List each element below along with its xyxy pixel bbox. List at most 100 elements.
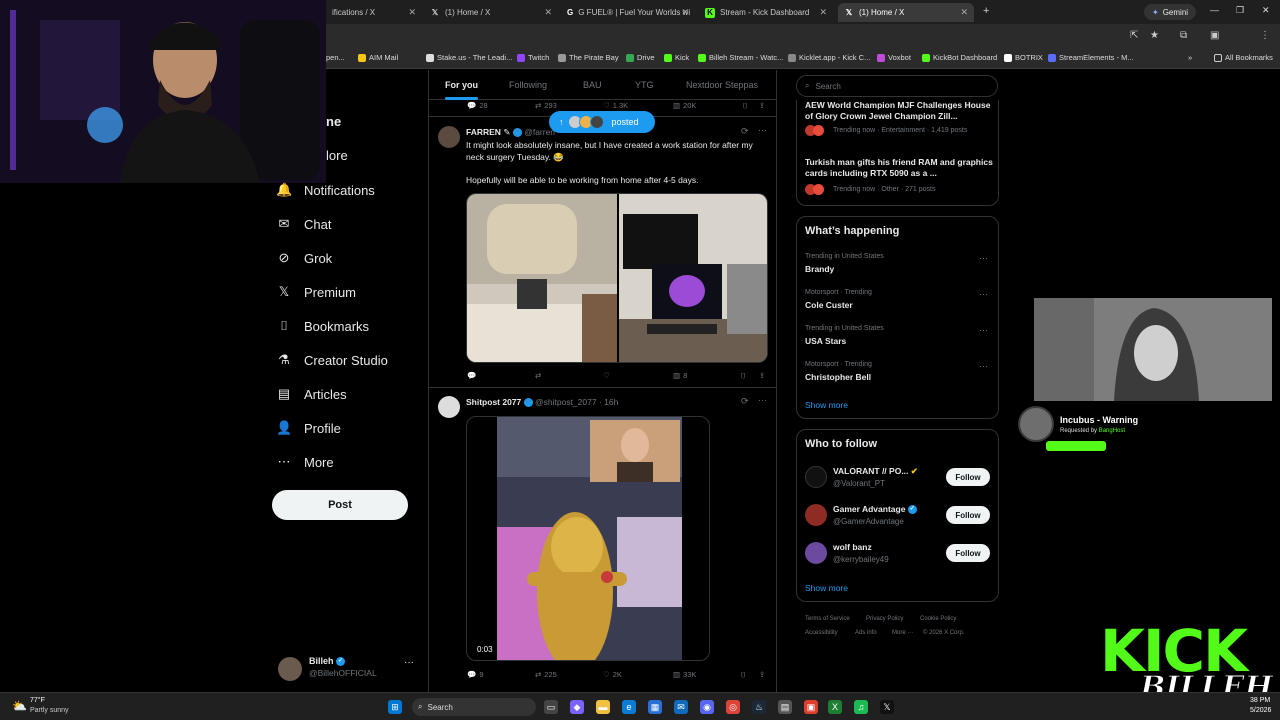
new-tab-icon[interactable]: + <box>983 5 989 17</box>
grok-icon[interactable]: ⟳ <box>741 126 749 137</box>
bookmark-item[interactable]: Twitch <box>517 53 549 62</box>
close-icon[interactable]: ✕ <box>544 7 552 18</box>
share-icon[interactable]: ⇪ <box>759 371 765 380</box>
bookmark-post-icon[interactable]: ⌷ <box>743 101 748 111</box>
mail-app-icon[interactable]: ✉ <box>674 700 688 714</box>
minimize-icon[interactable]: — <box>1210 5 1219 15</box>
bookmark-post-icon[interactable]: ⌷ <box>741 371 746 381</box>
account-name[interactable]: wolf banz <box>833 542 872 553</box>
avatar[interactable] <box>438 126 460 148</box>
reply-button[interactable]: 💬 <box>467 371 476 380</box>
nav-explore[interactable]: lore <box>326 148 348 163</box>
browser-tab-active[interactable]: 𝕏 (1) Home / X ✕ <box>838 3 974 22</box>
clock-time[interactable]: 38 PM <box>1250 697 1270 704</box>
nav-premium[interactable]: 𝕏 Premium <box>276 284 356 300</box>
search-input[interactable]: ⌕ Search <box>796 75 998 97</box>
bookmark-item[interactable]: Kick <box>664 53 689 62</box>
author-name[interactable]: Shitpost 2077 <box>466 397 521 407</box>
follow-button[interactable]: Follow <box>946 544 990 562</box>
close-icon[interactable]: ✕ <box>960 7 968 18</box>
footer-link[interactable]: Cookie Policy <box>920 616 956 622</box>
footer-link[interactable]: Accessibility <box>805 630 838 636</box>
weather-icon[interactable]: ⛅ <box>12 699 27 713</box>
show-more-link[interactable]: Show more <box>805 400 848 410</box>
follow-button[interactable]: Follow <box>946 468 990 486</box>
browser-tab[interactable]: K Stream - Kick Dashboard ✕ <box>699 3 833 22</box>
bookmark-item[interactable]: Kicklet.app - Kick C... <box>788 53 870 62</box>
repost-button[interactable]: ⇄ 225 <box>535 670 557 679</box>
author-name[interactable]: FARREN <box>466 127 501 137</box>
trend-name[interactable]: Brandy <box>805 264 834 275</box>
reply-button[interactable]: 💬 28 <box>467 101 488 110</box>
close-window-icon[interactable]: ✕ <box>1262 5 1270 16</box>
taskbar-search[interactable]: ⌕ Search <box>412 698 536 716</box>
nav-home[interactable]: ne <box>326 114 341 129</box>
nav-profile[interactable]: 👤 Profile <box>276 420 341 436</box>
bookmark-item[interactable]: BOTRIX <box>1004 53 1043 62</box>
more-dots-icon[interactable]: ··· <box>404 657 414 668</box>
more-dots-icon[interactable]: ··· <box>979 325 988 335</box>
nav-articles[interactable]: ▤ Articles <box>276 386 347 402</box>
close-icon[interactable]: ✕ <box>819 7 827 18</box>
bookmark-item[interactable]: StreamElements - M... <box>1048 53 1134 62</box>
browser-tab[interactable]: ifications / X ✕ <box>326 3 422 22</box>
app-icon[interactable]: ▤ <box>778 700 792 714</box>
account-name[interactable]: Gamer Advantage ✓ <box>833 504 917 515</box>
avatar[interactable] <box>805 466 827 488</box>
star-icon[interactable]: ★ <box>1150 30 1159 41</box>
weather-temp[interactable]: 77°F <box>30 697 45 704</box>
tab-nextdoor-steppas[interactable]: Nextdoor Steppas <box>686 80 758 90</box>
tab-following[interactable]: Following <box>509 80 547 90</box>
like-button[interactable]: ♡ 2K <box>603 670 622 679</box>
views-button[interactable]: ▥ 33K <box>673 670 696 679</box>
tab-ytg[interactable]: YTG <box>635 80 654 90</box>
store-icon[interactable]: ▦ <box>648 700 662 714</box>
bookmark-item[interactable]: Drive <box>626 53 655 62</box>
more-dots-icon[interactable]: ··· <box>979 289 988 299</box>
news-title[interactable]: Turkish man gifts his friend RAM and gra… <box>805 157 993 179</box>
avatar[interactable] <box>805 542 827 564</box>
trend-name[interactable]: Cole Custer <box>805 300 853 311</box>
menu-icon[interactable]: ⋮ <box>1260 30 1270 41</box>
more-dots-icon[interactable]: ··· <box>758 125 767 135</box>
account-switcher[interactable]: Billeh ✓ @BillehOFFICIAL ··· <box>278 655 418 683</box>
nav-more[interactable]: ⋯ More <box>276 454 334 470</box>
more-dots-icon[interactable]: ··· <box>979 253 988 263</box>
footer-link[interactable]: Terms of Service <box>805 616 850 622</box>
more-bookmarks-icon[interactable]: » <box>1188 53 1192 62</box>
bookmark-item[interactable]: AIM Mail <box>358 53 398 62</box>
post-media[interactable] <box>466 193 768 363</box>
bookmark-item[interactable]: Billeh Stream - Watc... <box>698 53 783 62</box>
excel-icon[interactable]: X <box>828 700 842 714</box>
start-icon[interactable]: ⊞ <box>388 700 402 714</box>
nav-grok[interactable]: ⊘ Grok <box>276 250 333 266</box>
maximize-icon[interactable]: ❐ <box>1236 5 1244 16</box>
trend-name[interactable]: USA Stars <box>805 336 846 347</box>
views-button[interactable]: ▥ 20K <box>673 101 696 110</box>
avatar[interactable] <box>805 504 827 526</box>
like-button[interactable]: ♡ 1.3K <box>603 101 628 110</box>
bookmark-item[interactable]: Stake.us - The Leadi... <box>426 53 512 62</box>
bookmark-item[interactable]: pen... <box>326 53 345 62</box>
tab-for-you[interactable]: For you <box>445 80 478 100</box>
repost-button[interactable]: ⇄ 293 <box>535 101 557 110</box>
chrome-icon[interactable]: ◎ <box>726 700 740 714</box>
grok-icon[interactable]: ⟳ <box>741 396 749 407</box>
author-handle[interactable]: @shitpost_2077 <box>535 397 597 407</box>
more-dots-icon[interactable]: ··· <box>979 361 988 371</box>
show-more-link[interactable]: Show more <box>805 583 848 593</box>
follow-button[interactable]: Follow <box>946 506 990 524</box>
account-name[interactable]: VALORANT // PO... ✔ <box>833 466 918 477</box>
close-icon[interactable]: ✕ <box>681 7 689 18</box>
gemini-button[interactable]: ✦ Gemini <box>1144 4 1197 20</box>
footer-link[interactable]: Privacy Policy <box>866 616 903 622</box>
spotify-icon[interactable]: ♫ <box>854 700 868 714</box>
nav-chat[interactable]: ✉ Chat <box>276 216 332 232</box>
repost-button[interactable]: ⇄ <box>535 371 541 380</box>
discord-icon[interactable]: ◉ <box>700 700 714 714</box>
new-posts-pill[interactable]: ↑ posted <box>549 111 655 133</box>
tab-bau[interactable]: BAU <box>583 80 602 90</box>
copilot-icon[interactable]: ◆ <box>570 700 584 714</box>
explorer-icon[interactable]: ▬ <box>596 700 610 714</box>
reply-button[interactable]: 💬 9 <box>467 670 484 679</box>
